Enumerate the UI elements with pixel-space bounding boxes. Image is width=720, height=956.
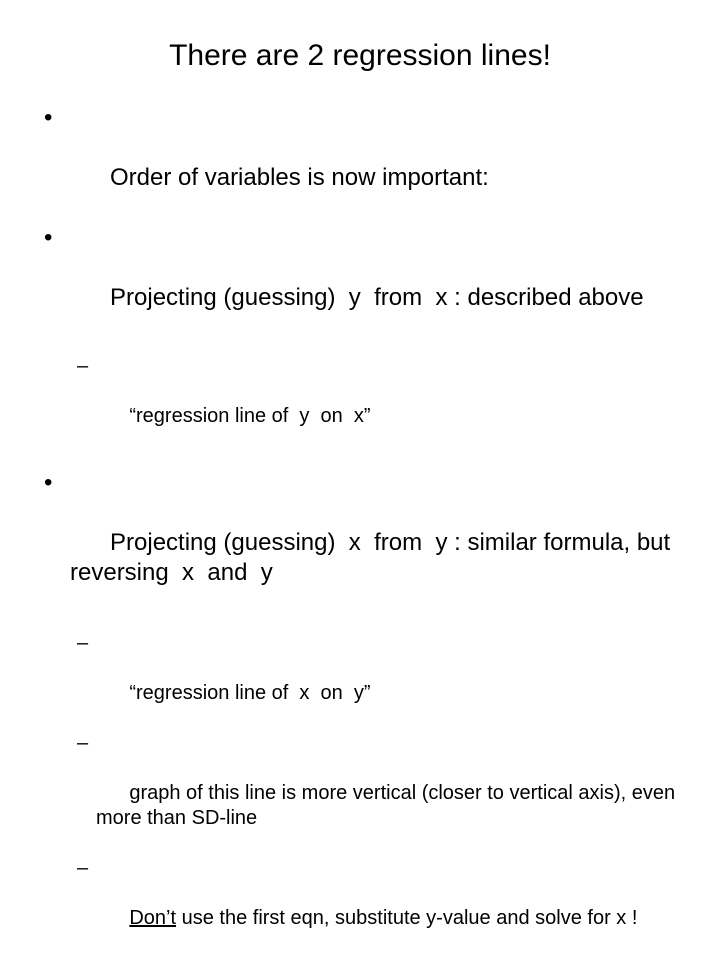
slide: There are 2 regression lines! • Order of… xyxy=(0,0,720,929)
sub-list-item-text: “regression line of y on x” xyxy=(129,405,371,427)
list-item: • Order of variables is now important: xyxy=(30,103,702,223)
sub-list-item: – Don’t use the first eqn, substitute y-… xyxy=(30,856,702,956)
sub-list-item-text: “regression line of x on y” xyxy=(129,682,371,704)
page-title: There are 2 regression lines! xyxy=(169,39,551,72)
bullet-marker-icon: • xyxy=(44,104,53,131)
sub-list-item-text: graph of this line is more vertical (clo… xyxy=(96,782,681,829)
list-item-text: Order of variables is now important: xyxy=(110,164,489,191)
sub-list-item: – “regression line of y on x” xyxy=(30,354,702,454)
emphasis-underlined-text: Don’t xyxy=(129,907,177,929)
sub-list-item: – “regression line of x on y” xyxy=(30,631,702,731)
dash-marker-icon: – xyxy=(77,857,89,879)
list-item: • Projecting (guessing) y from x : descr… xyxy=(30,223,702,343)
bullet-marker-icon: • xyxy=(44,224,53,251)
list-item-text: Projecting (guessing) y from x : describ… xyxy=(110,284,644,311)
slide-body: • Order of variables is now important: •… xyxy=(30,103,702,956)
list-item-text: Projecting (guessing) x from y : similar… xyxy=(70,529,677,586)
sub-list-item: – graph of this line is more vertical (c… xyxy=(30,731,702,856)
sub-list-item-text: use the first eqn, substitute y-value an… xyxy=(176,907,638,929)
dash-marker-icon: – xyxy=(77,732,89,754)
dash-marker-icon: – xyxy=(77,355,89,377)
dash-marker-icon: – xyxy=(77,632,89,654)
bullet-marker-icon: • xyxy=(44,469,53,496)
list-item: • Projecting (guessing) x from y : simil… xyxy=(30,468,702,618)
